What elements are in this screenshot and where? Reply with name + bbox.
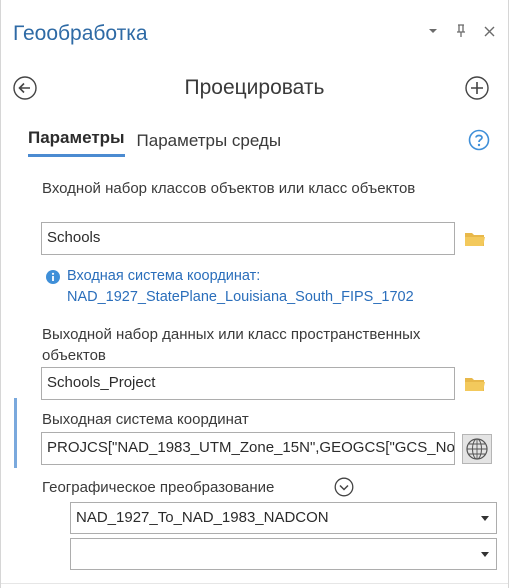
pane-title: Геообработка — [13, 22, 148, 45]
globe-icon — [462, 434, 492, 464]
chevron-down-icon[interactable] — [426, 22, 440, 40]
active-parameter-indicator — [14, 398, 17, 468]
tab-bar: Параметры Параметры среды — [28, 128, 281, 157]
dropdown-arrow-icon — [481, 552, 489, 557]
add-button[interactable] — [464, 75, 490, 101]
plus-circle-icon — [465, 76, 489, 100]
folder-icon — [465, 233, 485, 246]
chevron-down-circle-icon — [334, 477, 354, 497]
output-dataset-label: Выходной набор данных или класс простран… — [42, 326, 421, 364]
pin-icon[interactable] — [454, 22, 468, 40]
close-icon[interactable] — [482, 22, 496, 40]
output-browse-button[interactable] — [464, 375, 486, 393]
geo-transform-select-2[interactable] — [70, 538, 497, 570]
dropdown-arrow-icon — [481, 516, 489, 521]
coordinate-system-button[interactable] — [462, 434, 492, 464]
input-features-field[interactable]: Schools — [41, 222, 455, 255]
input-features-label: Входной набор классов объектов или класс… — [42, 180, 416, 197]
output-cs-field[interactable]: PROJCS["NAD_1983_UTM_Zone_15N",GEOGCS["G… — [41, 432, 455, 465]
geo-transform-label: Географическое преобразование — [42, 479, 275, 496]
folder-icon — [465, 378, 485, 391]
geo-transform-expand-button[interactable] — [334, 477, 354, 497]
output-dataset-field[interactable]: Schools_Project — [41, 367, 455, 400]
help-button[interactable] — [468, 129, 490, 151]
pane-controls — [426, 22, 496, 40]
input-cs-info-value: NAD_1927_StatePlane_Louisiana_South_FIPS… — [67, 289, 414, 305]
tab-environments[interactable]: Параметры среды — [137, 131, 282, 157]
input-cs-info-label: Входная система координат: — [67, 268, 261, 284]
tab-parameters[interactable]: Параметры — [28, 128, 125, 157]
info-icon — [46, 270, 60, 284]
output-cs-label: Выходная система координат — [42, 411, 249, 428]
geo-transform-select-1[interactable]: NAD_1927_To_NAD_1983_NADCON — [70, 502, 497, 534]
geoprocessing-pane: Геообработка Проецировать Параметры Пара… — [0, 0, 509, 588]
input-browse-button[interactable] — [464, 230, 486, 248]
geo-transform-value-1: NAD_1927_To_NAD_1983_NADCON — [76, 509, 329, 526]
tool-title: Проецировать — [184, 76, 325, 99]
help-icon — [468, 129, 490, 151]
divider — [1, 583, 508, 584]
